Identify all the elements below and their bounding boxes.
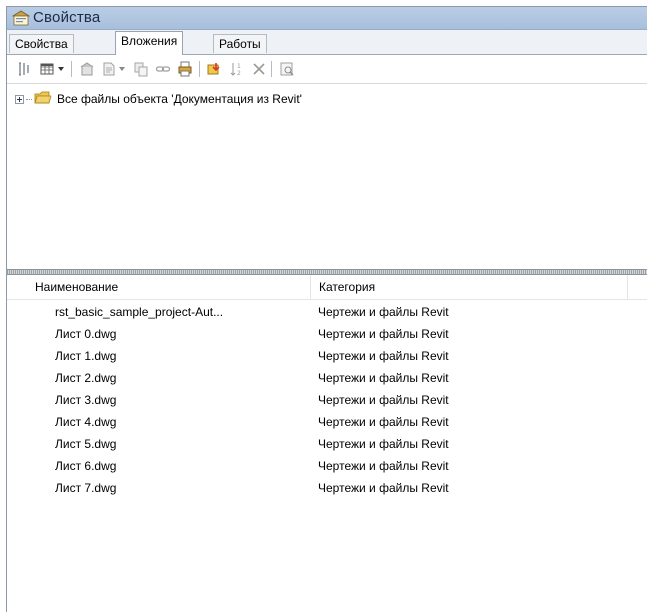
file-name: rst_basic_sample_project-Aut... [55, 305, 224, 319]
file-category: Чертежи и файлы Revit [318, 371, 449, 385]
import-icon[interactable] [205, 60, 225, 78]
list-rows: rst_basic_sample_project-Aut... Чертежи … [7, 302, 647, 500]
expand-icon[interactable] [15, 94, 24, 104]
file-name: Лист 4.dwg [55, 415, 117, 429]
tab-attachments[interactable]: Вложения [115, 31, 184, 55]
file-category: Чертежи и файлы Revit [318, 459, 449, 473]
print-icon[interactable] [175, 60, 195, 78]
list-item[interactable]: rst_basic_sample_project-Aut... Чертежи … [7, 302, 647, 324]
file-category: Чертежи и файлы Revit [318, 327, 449, 341]
copy-icon[interactable] [131, 60, 151, 78]
tree-node-all-files[interactable]: Все файлы объекта 'Документация из Revit… [15, 90, 302, 108]
tree-connector [26, 98, 32, 100]
properties-panel: Свойства Свойства Вложения Работы 1 2 Вс… [6, 6, 647, 612]
column-header-category[interactable]: Категория [310, 275, 627, 299]
column-header-name[interactable]: Наименование [27, 275, 307, 299]
svg-text:1: 1 [237, 63, 241, 70]
toolbar-separator [199, 61, 200, 77]
new-document-icon[interactable] [99, 60, 119, 78]
list-item[interactable]: Лист 1.dwg Чертежи и файлы Revit [7, 346, 647, 368]
file-name: Лист 6.dwg [55, 459, 117, 473]
list-item[interactable]: Лист 4.dwg Чертежи и файлы Revit [7, 412, 647, 434]
file-name: Лист 3.dwg [55, 393, 117, 407]
folder-icon [34, 90, 52, 109]
dropdown-arrow-icon[interactable] [55, 60, 67, 78]
list-item[interactable]: Лист 2.dwg Чертежи и файлы Revit [7, 368, 647, 390]
file-name: Лист 0.dwg [55, 327, 117, 341]
file-category: Чертежи и файлы Revit [318, 305, 449, 319]
window-title: Свойства [33, 9, 101, 26]
file-category: Чертежи и файлы Revit [318, 415, 449, 429]
tree-node-label: Все файлы объекта 'Документация из Revit… [57, 92, 302, 106]
svg-text:2: 2 [237, 70, 241, 77]
list-item[interactable]: Лист 0.dwg Чертежи и файлы Revit [7, 324, 647, 346]
list-item[interactable]: Лист 3.dwg Чертежи и файлы Revit [7, 390, 647, 412]
preview-icon[interactable] [277, 60, 297, 78]
attachments-tree: Все файлы объекта 'Документация из Revit… [7, 84, 647, 269]
file-category: Чертежи и файлы Revit [318, 349, 449, 363]
tab-strip: Свойства Вложения Работы [7, 30, 647, 55]
toolbar: 12 [7, 55, 647, 84]
list-header: Наименование Категория [7, 275, 647, 300]
toolbar-separator [71, 61, 72, 77]
new-document-dropdown-icon[interactable] [117, 60, 127, 78]
list-item[interactable]: Лист 7.dwg Чертежи и файлы Revit [7, 478, 647, 500]
files-list: Наименование Категория rst_basic_sample_… [7, 275, 647, 612]
grid-view-icon[interactable] [37, 60, 57, 78]
tab-works[interactable]: Работы [213, 34, 267, 53]
sort-icon[interactable]: 12 [227, 60, 247, 78]
tab-properties[interactable]: Свойства [9, 34, 74, 53]
title-bar: Свойства [7, 7, 647, 30]
file-name: Лист 2.dwg [55, 371, 117, 385]
properties-icon[interactable] [77, 60, 97, 78]
file-name: Лист 1.dwg [55, 349, 117, 363]
column-header-extra[interactable] [627, 275, 647, 299]
file-category: Чертежи и файлы Revit [318, 481, 449, 495]
columns-icon[interactable] [15, 60, 35, 78]
delete-icon[interactable] [249, 60, 269, 78]
file-name: Лист 5.dwg [55, 437, 117, 451]
file-category: Чертежи и файлы Revit [318, 393, 449, 407]
file-name: Лист 7.dwg [55, 481, 117, 495]
file-category: Чертежи и файлы Revit [318, 437, 449, 451]
list-item[interactable]: Лист 6.dwg Чертежи и файлы Revit [7, 456, 647, 478]
list-item[interactable]: Лист 5.dwg Чертежи и файлы Revit [7, 434, 647, 456]
link-icon[interactable] [153, 60, 173, 78]
properties-window-icon [11, 10, 31, 26]
toolbar-separator [271, 61, 272, 77]
